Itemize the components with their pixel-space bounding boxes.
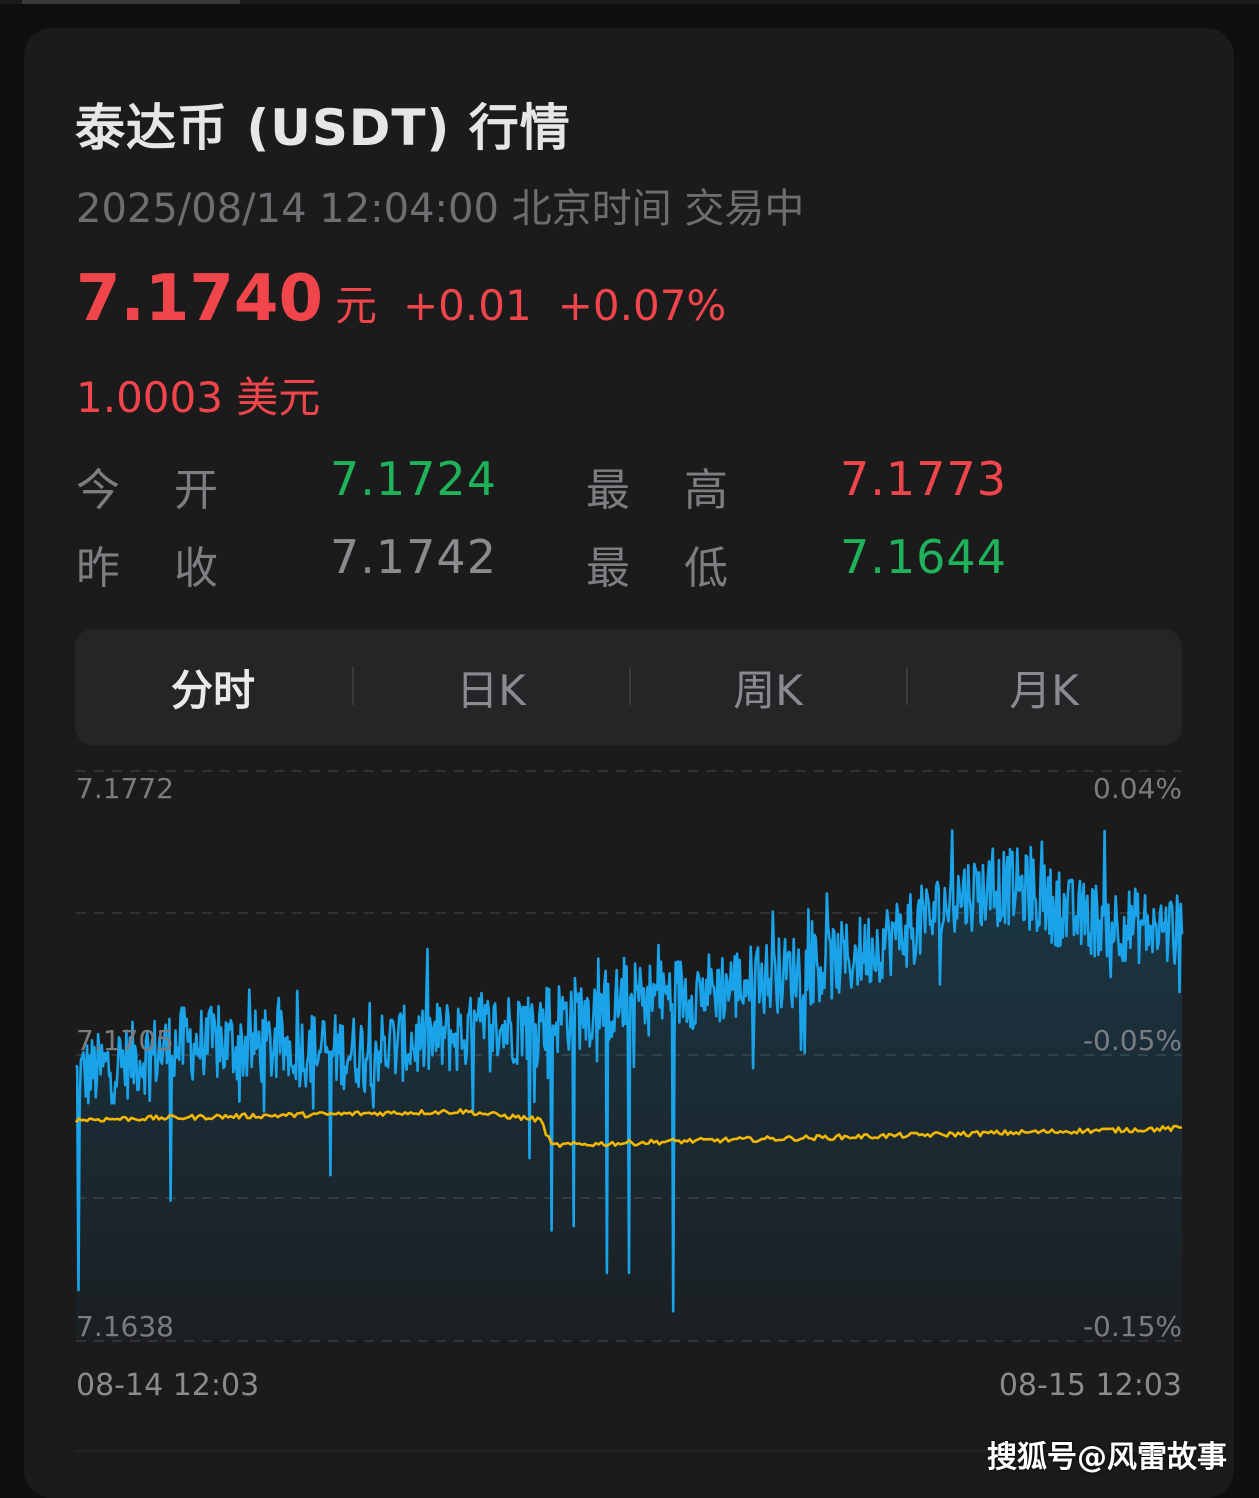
- tab-weekly-k[interactable]: 周K: [630, 629, 906, 745]
- price-unit: 元: [334, 281, 377, 330]
- price-change-pct: +0.07%: [557, 281, 727, 330]
- x-tick-end: 08-15 12:03: [998, 1368, 1182, 1403]
- chart-period-tabs: 分时 日K 周K 月K: [75, 629, 1182, 745]
- watermark: 搜狐号@风雷故事: [987, 1440, 1227, 1475]
- prev-close-label: 昨收: [76, 543, 272, 594]
- price-change: +0.01: [402, 281, 532, 330]
- low-value: 7.1644: [840, 530, 1007, 584]
- price-row: 7.1740 元 +0.01 +0.07%: [76, 262, 726, 342]
- tab-monthly-k[interactable]: 月K: [906, 629, 1182, 745]
- quote-timestamp: 2025/08/14 12:04:00 北京时间 交易中: [76, 186, 805, 232]
- x-tick-start: 08-14 12:03: [76, 1368, 260, 1403]
- open-label: 今开: [76, 465, 272, 516]
- page-title: 泰达币 (USDT) 行情: [75, 99, 571, 157]
- tab-daily-k[interactable]: 日K: [353, 629, 629, 745]
- high-value: 7.1773: [840, 452, 1007, 506]
- quote-card: [24, 28, 1234, 1498]
- tab-intraday[interactable]: 分时: [75, 629, 351, 745]
- usd-value: 1.0003 美元: [76, 373, 321, 422]
- current-price: 7.1740: [76, 262, 323, 336]
- top-tab-indicator: [22, 0, 240, 4]
- prev-close-value: 7.1742: [330, 530, 497, 584]
- open-value: 7.1724: [330, 452, 497, 506]
- low-label: 最低: [586, 543, 782, 594]
- high-label: 最高: [586, 465, 782, 516]
